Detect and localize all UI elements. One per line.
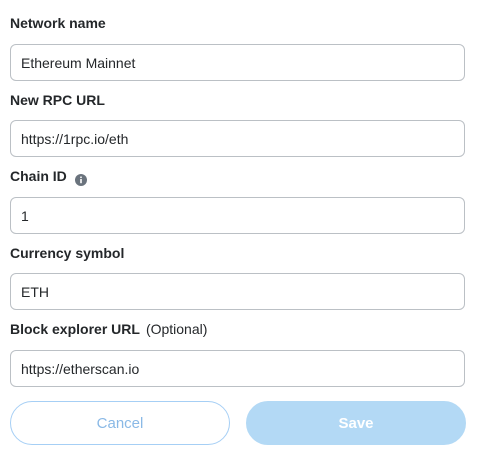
block-explorer-label-text: Block explorer URL [10,321,140,337]
network-name-label: Network name [10,14,106,32]
rpc-url-label-text: New RPC URL [10,92,105,108]
block-explorer-label: Block explorer URL (Optional) [10,320,207,338]
optional-note: (Optional) [145,321,208,337]
cancel-button-label: Cancel [96,414,144,432]
rpc-url-input[interactable] [10,120,465,157]
chain-id-label: Chain ID [10,167,87,186]
save-button[interactable]: Save [246,401,466,445]
currency-symbol-label-text: Currency symbol [10,245,125,261]
network-name-input[interactable] [10,44,465,81]
currency-symbol-label: Currency symbol [10,244,124,262]
chain-id-label-text: Chain ID [10,168,67,184]
cancel-button[interactable]: Cancel [10,401,230,445]
block-explorer-input[interactable] [10,350,465,387]
chain-id-input[interactable] [10,197,465,234]
save-button-label: Save [338,414,374,432]
info-icon[interactable] [74,172,87,186]
currency-symbol-input[interactable] [10,273,465,310]
network-name-label-text: Network name [10,15,106,31]
rpc-url-label: New RPC URL [10,91,105,109]
